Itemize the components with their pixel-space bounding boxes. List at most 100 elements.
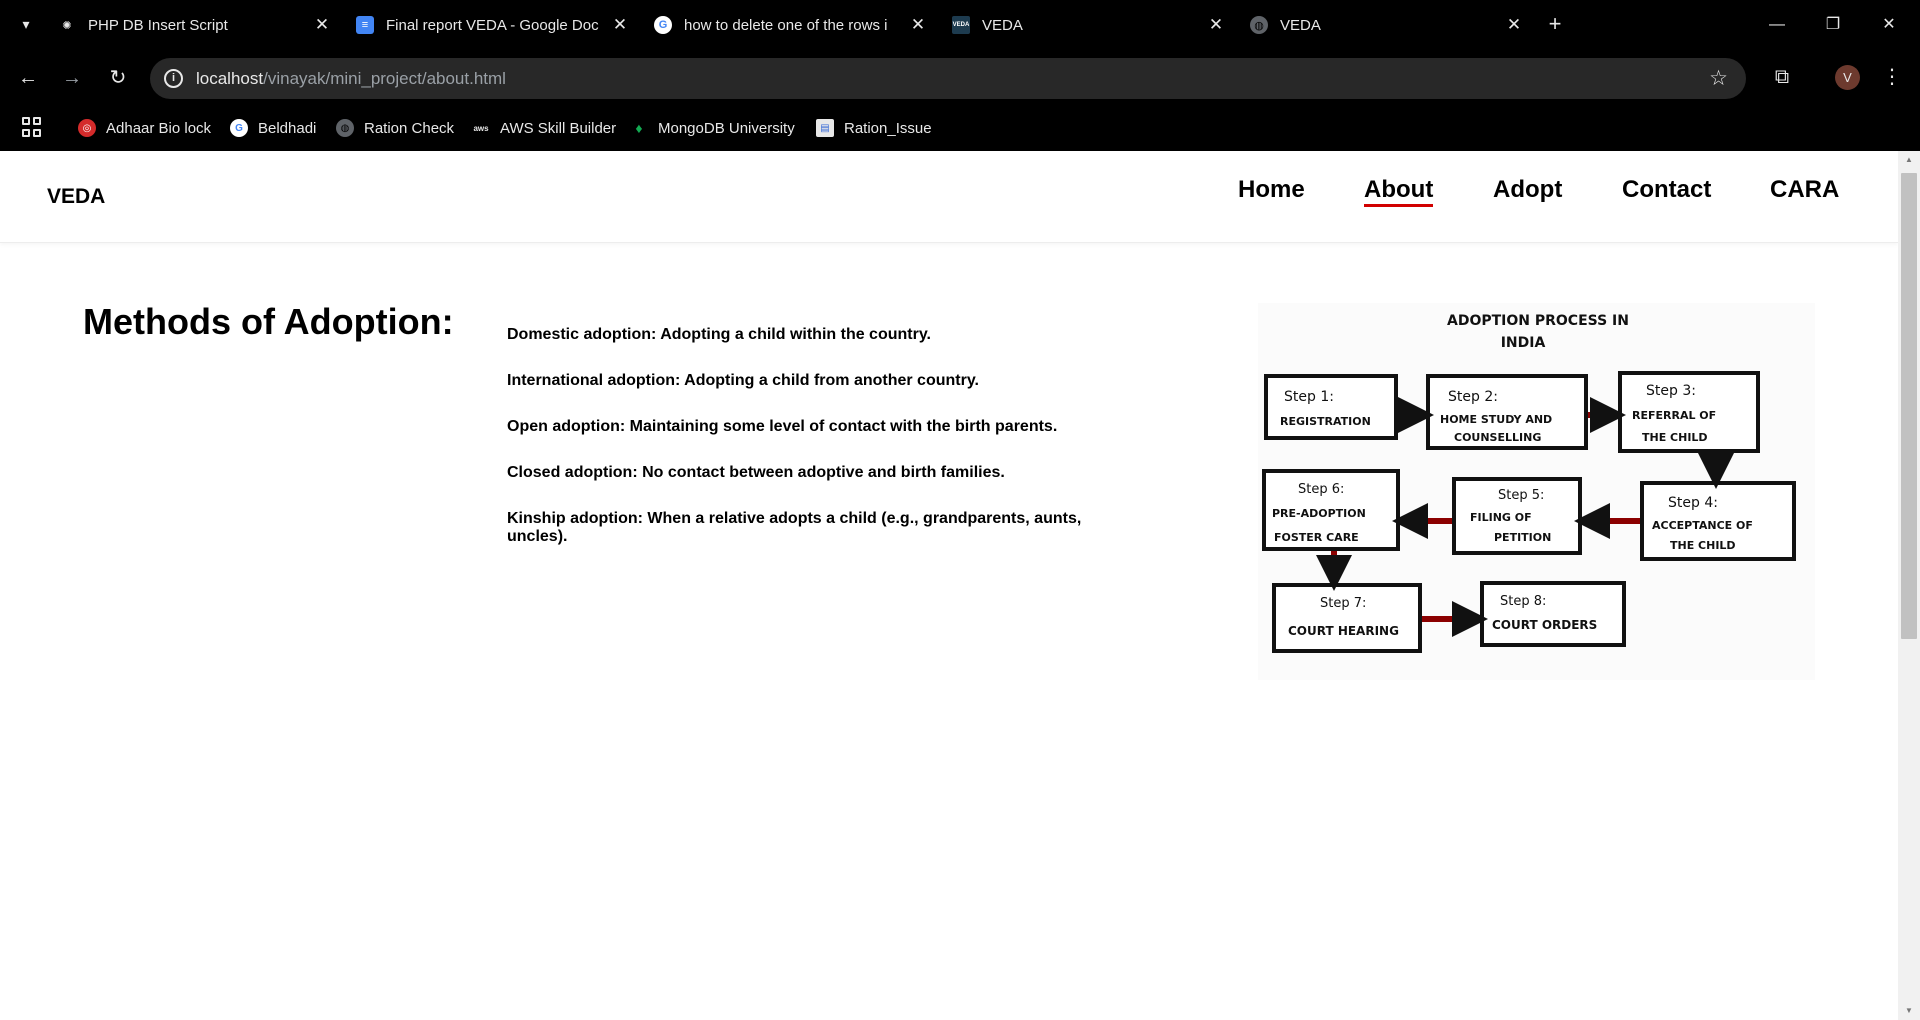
method-international: International adoption: Adopting a child… — [507, 372, 979, 389]
profile-avatar[interactable]: V — [1835, 65, 1860, 90]
tab-veda-2[interactable]: ◍ VEDA ✕ — [1250, 6, 1526, 44]
step-3-text-1: REFERRAL OF — [1632, 409, 1716, 422]
nav-contact[interactable]: Contact — [1622, 176, 1711, 204]
back-arrow-icon[interactable]: ← — [14, 64, 42, 92]
step-5-label: Step 5: — [1498, 488, 1544, 503]
forward-arrow-icon[interactable]: → — [58, 64, 86, 92]
tab-title: how to delete one of the rows i — [684, 16, 888, 34]
bookmark-label: Adhaar Bio lock — [106, 119, 212, 137]
url-host: localhost — [196, 69, 264, 88]
apps-grid-icon[interactable] — [22, 117, 42, 137]
scroll-up-arrow-icon[interactable]: ▲ — [1898, 151, 1920, 169]
tab-title: VEDA — [1280, 16, 1321, 34]
step-2-box: Step 2: HOME STUDY AND COUNSELLING — [1426, 374, 1588, 450]
close-tab-icon[interactable]: ✕ — [906, 15, 930, 35]
google-icon: G — [230, 119, 248, 137]
url-text[interactable]: localhost/vinayak/mini_project/about.htm… — [196, 69, 506, 89]
step-8-box: Step 8: COURT ORDERS — [1480, 581, 1626, 647]
page-viewport: VEDA Home About Adopt Contact CARA Metho… — [0, 151, 1898, 1020]
bookmarks-bar: ◎ Adhaar Bio lock G Beldhadi ◍ Ration Ch… — [0, 106, 1920, 151]
step-3-box: Step 3: REFERRAL OF THE CHILD — [1618, 371, 1760, 453]
google-icon: G — [654, 16, 672, 34]
step-2-text-2: COUNSELLING — [1454, 431, 1541, 444]
methods-list: Domestic adoption: Adopting a child with… — [507, 326, 1097, 574]
step-6-box: Step 6: PRE-ADOPTION FOSTER CARE — [1262, 469, 1400, 551]
close-tab-icon[interactable]: ✕ — [608, 15, 632, 35]
nav-cara[interactable]: CARA — [1770, 176, 1839, 204]
step-4-text-2: THE CHILD — [1670, 539, 1736, 552]
method-domestic: Domestic adoption: Adopting a child with… — [507, 326, 931, 343]
site-brand[interactable]: VEDA — [47, 185, 105, 209]
tab-final-report[interactable]: ≡ Final report VEDA - Google Doc ✕ — [356, 6, 632, 44]
step-7-label: Step 7: — [1320, 596, 1366, 611]
bookmark-ration-issue[interactable]: ▤ Ration_Issue — [816, 114, 932, 142]
method-open: Open adoption: Maintaining some level of… — [507, 418, 1058, 435]
close-tab-icon[interactable]: ✕ — [310, 15, 334, 35]
address-bar[interactable]: i localhost/vinayak/mini_project/about.h… — [150, 58, 1746, 99]
tab-php-db-insert[interactable]: ✺ PHP DB Insert Script ✕ — [58, 6, 334, 44]
chatgpt-icon: ✺ — [62, 19, 72, 32]
adoption-process-svg: ADOPTION PROCESS IN INDIA Step 1: REGIST… — [1262, 313, 1796, 653]
step-2-label: Step 2: — [1448, 389, 1498, 405]
diagram-title-line1: ADOPTION PROCESS IN — [1447, 313, 1629, 329]
step-6-text-1: PRE-ADOPTION — [1272, 507, 1366, 520]
step-5-text-1: FILING OF — [1470, 511, 1532, 524]
bookmark-mongodb[interactable]: ♦ MongoDB University — [630, 114, 795, 142]
step-1-label: Step 1: — [1284, 389, 1334, 405]
tab-google-search[interactable]: G how to delete one of the rows i ✕ — [654, 6, 930, 44]
tab-veda-1[interactable]: VEDA VEDA ✕ — [952, 6, 1228, 44]
step-2-text-1: HOME STUDY AND — [1440, 413, 1552, 426]
step-4-box: Step 4: ACCEPTANCE OF THE CHILD — [1640, 481, 1796, 561]
bookmark-star-icon[interactable]: ☆ — [1709, 66, 1728, 91]
aadhaar-icon: ◎ — [78, 119, 96, 137]
tab-bar: ▾ ✺ PHP DB Insert Script ✕ ≡ Final repor… — [0, 0, 1920, 50]
bookmark-aws[interactable]: aws AWS Skill Builder — [472, 114, 616, 142]
url-path: /vinayak/mini_project/about.html — [263, 69, 506, 88]
method-closed: Closed adoption: No contact between adop… — [507, 464, 1005, 481]
step-8-text: COURT ORDERS — [1492, 618, 1597, 632]
bookmark-label: Beldhadi — [258, 119, 317, 137]
step-7-box: Step 7: COURT HEARING — [1272, 583, 1422, 653]
bookmark-ration-check[interactable]: ◍ Ration Check — [336, 114, 454, 142]
step-8-label: Step 8: — [1500, 594, 1546, 609]
extensions-puzzle-icon[interactable]: ⧉ — [1769, 64, 1795, 90]
step-5-text-2: PETITION — [1494, 531, 1551, 544]
browser-toolbar: ← → ↻ i localhost/vinayak/mini_project/a… — [0, 50, 1920, 106]
bookmark-beldhadi[interactable]: G Beldhadi — [230, 114, 316, 142]
tab-search-chevron-icon[interactable]: ▾ — [14, 12, 38, 36]
nav-home[interactable]: Home — [1238, 176, 1305, 204]
step-7-text: COURT HEARING — [1288, 624, 1399, 638]
method-kinship: Kinship adoption: When a relative adopts… — [507, 510, 1082, 545]
bookmark-label: AWS Skill Builder — [500, 119, 617, 137]
adoption-process-diagram: ADOPTION PROCESS IN INDIA Step 1: REGIST… — [1258, 303, 1815, 680]
tab-title: PHP DB Insert Script — [88, 16, 228, 34]
more-menu-icon[interactable]: ⋮ — [1882, 64, 1902, 90]
page-scrollbar[interactable]: ▲ ▼ — [1898, 151, 1920, 1020]
step-5-box: Step 5: FILING OF PETITION — [1452, 477, 1582, 555]
close-tab-icon[interactable]: ✕ — [1204, 15, 1228, 35]
diagram-title-line2: INDIA — [1501, 335, 1546, 351]
step-1-text: REGISTRATION — [1280, 415, 1371, 428]
veda-icon: VEDA — [952, 16, 970, 34]
nav-about[interactable]: About — [1364, 176, 1434, 207]
globe-icon: ◍ — [1250, 16, 1268, 34]
nav-adopt[interactable]: Adopt — [1493, 176, 1562, 204]
step-4-label: Step 4: — [1668, 495, 1718, 511]
site-info-icon[interactable]: i — [164, 69, 183, 88]
step-3-text-2: THE CHILD — [1642, 431, 1708, 444]
reload-icon[interactable]: ↻ — [104, 64, 132, 92]
step-6-label: Step 6: — [1298, 482, 1344, 497]
minimize-icon[interactable]: — — [1762, 10, 1792, 40]
step-4-text-1: ACCEPTANCE OF — [1652, 519, 1753, 532]
close-tab-icon[interactable]: ✕ — [1502, 15, 1526, 35]
new-tab-button[interactable]: + — [1542, 11, 1568, 37]
step-3-label: Step 3: — [1646, 383, 1696, 399]
scroll-down-arrow-icon[interactable]: ▼ — [1898, 1002, 1920, 1020]
close-window-icon[interactable]: ✕ — [1874, 10, 1904, 40]
bookmark-label: MongoDB University — [658, 119, 795, 137]
bookmark-adhaar[interactable]: ◎ Adhaar Bio lock — [78, 114, 211, 142]
tab-title: VEDA — [982, 16, 1023, 34]
restore-icon[interactable]: ❐ — [1818, 10, 1848, 40]
scrollbar-thumb[interactable] — [1901, 173, 1917, 639]
document-icon: ▤ — [816, 119, 834, 137]
